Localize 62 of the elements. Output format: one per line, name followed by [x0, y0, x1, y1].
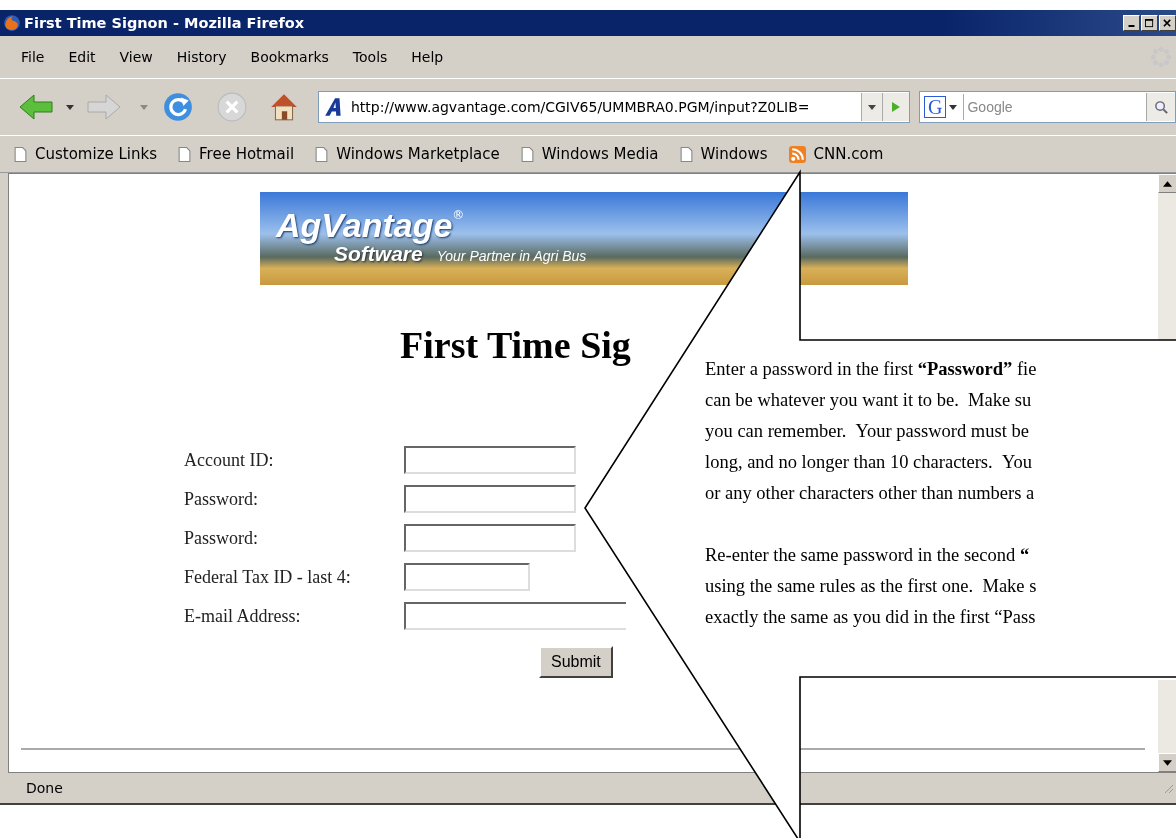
- close-button[interactable]: [1159, 15, 1176, 31]
- page-icon[interactable]: [178, 146, 192, 162]
- menu-item[interactable]: File: [9, 49, 57, 65]
- bookmark-link[interactable]: Free Hotmail: [199, 145, 295, 163]
- feed-icon[interactable]: [788, 145, 806, 163]
- callout-text: Enter a password in the first “Password” fie can be whatever you want it to be. Make su you can remember. Your password must be long, and no longer than 10 characters. You or any other characters other than numbers a: [705, 358, 1037, 505]
- input-field[interactable]: [404, 485, 576, 513]
- url-dropdown-button[interactable]: [861, 93, 882, 121]
- maximize-button[interactable]: [1141, 15, 1158, 31]
- dropdown-caret-icon[interactable]: [949, 104, 958, 110]
- up-arrow-icon: [1163, 180, 1172, 187]
- page-icon[interactable]: [315, 146, 329, 162]
- back-arrow-icon[interactable]: [18, 91, 54, 123]
- page-heading: First Time Sig: [400, 323, 631, 367]
- bookmark-link[interactable]: CNN.com: [813, 145, 884, 163]
- status-text: Done: [26, 780, 64, 796]
- bookmark-link[interactable]: Windows: [700, 145, 768, 163]
- page-icon[interactable]: [679, 146, 693, 162]
- down-arrow-icon: [1163, 759, 1172, 766]
- search-engine-button[interactable]: G: [924, 96, 947, 118]
- menu-item[interactable]: Bookmarks: [238, 49, 341, 65]
- submit-button[interactable]: Submit: [539, 646, 613, 678]
- url-text: http://www.agvantage.com/CGIV65/UMMBRA0.PGM/input?Z0LIB=: [351, 99, 811, 115]
- brand-name: AgVantage: [276, 208, 453, 242]
- search-icon: [1153, 99, 1169, 115]
- bookmark-link[interactable]: Windows Marketplace: [336, 145, 500, 163]
- dropdown-caret-icon[interactable]: [66, 104, 74, 110]
- minimize-icon: [1128, 25, 1135, 27]
- input-field[interactable]: [404, 602, 626, 630]
- callout-text: Re-enter the same password in the second “ using the same rules as the first one. Make s exactly the same as you did in the first “Pass: [705, 544, 1037, 629]
- resize-grip-icon[interactable]: [1162, 782, 1174, 794]
- menu-item[interactable]: Edit: [56, 49, 108, 65]
- search-button[interactable]: [1146, 93, 1175, 121]
- menu-item[interactable]: View: [107, 49, 165, 65]
- address-field[interactable]: http://www.agvantage.com/CGIV65/UMMBRA0.PGM/input?Z0LIB=: [318, 91, 910, 123]
- scroll-down-button[interactable]: [1158, 753, 1176, 772]
- brand-tagline: Your Partner in Agri Bus: [436, 248, 587, 264]
- play-arrow-icon: [891, 101, 901, 113]
- firefox-icon: [3, 14, 21, 32]
- field-label: Password:: [184, 488, 259, 510]
- maximize-icon: [1145, 18, 1154, 28]
- bookmark-link[interactable]: Customize Links: [35, 145, 158, 163]
- field-label: Federal Tax ID - last 4:: [184, 566, 352, 588]
- minimize-button[interactable]: [1123, 15, 1140, 31]
- input-field[interactable]: [404, 563, 530, 591]
- input-field[interactable]: [404, 446, 576, 474]
- field-label: E-mail Address:: [184, 605, 302, 627]
- input-field[interactable]: [404, 524, 576, 552]
- menu-item[interactable]: Tools: [340, 49, 400, 65]
- close-icon: [1163, 18, 1172, 28]
- page-icon[interactable]: [520, 146, 534, 162]
- search-bar[interactable]: G Google: [919, 91, 1176, 123]
- menu-item[interactable]: Help: [399, 49, 456, 65]
- field-label: Account ID:: [184, 449, 275, 471]
- page-icon[interactable]: [14, 146, 27, 162]
- dropdown-caret-icon: [868, 104, 876, 110]
- field-label: Password:: [184, 527, 259, 549]
- registered-mark: ®: [452, 208, 465, 222]
- window-title: First Time Signon - Mozilla Firefox: [24, 15, 306, 31]
- scroll-up-button[interactable]: [1158, 174, 1176, 193]
- menu-item[interactable]: History: [164, 49, 239, 65]
- bookmark-link[interactable]: Windows Media: [541, 145, 659, 163]
